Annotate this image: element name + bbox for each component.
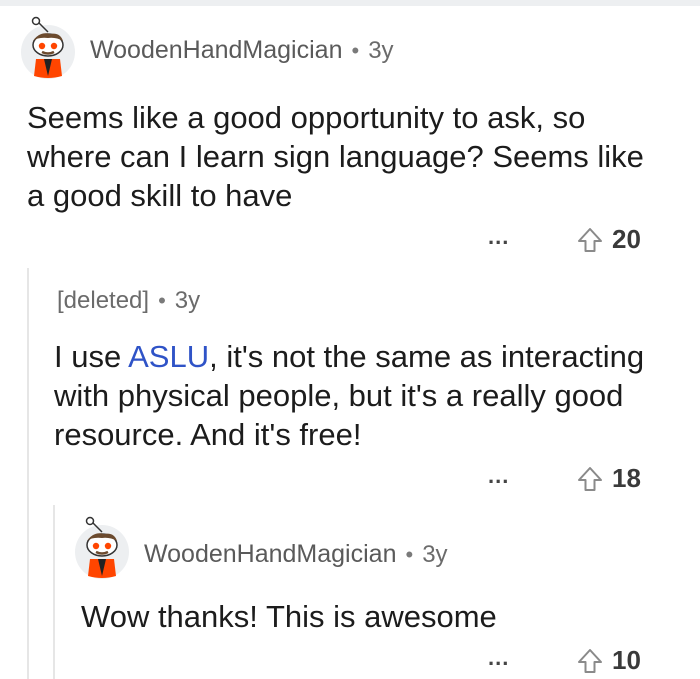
- comment-body: Seems like a good opportunity to ask, so…: [27, 100, 644, 213]
- comment-body-text: I use: [54, 339, 129, 374]
- more-options-icon[interactable]: ...: [488, 645, 509, 671]
- upvote-button[interactable]: 18: [576, 463, 641, 494]
- separator-dot: •: [405, 541, 414, 567]
- upvote-arrow-icon: [578, 227, 602, 252]
- comment-meta: WoodenHandMagician • 3y: [90, 36, 394, 65]
- separator-dot: •: [351, 37, 360, 63]
- upvote-arrow-icon: [578, 466, 602, 491]
- username-deleted: [deleted]: [57, 287, 150, 314]
- username-link[interactable]: WoodenHandMagician: [90, 36, 342, 65]
- username-link[interactable]: WoodenHandMagician: [144, 540, 396, 569]
- comment-age: 3y: [422, 540, 448, 568]
- comment-body: I use ASLU, it's not the same as interac…: [54, 337, 674, 454]
- aslu-link[interactable]: ASLU: [128, 339, 209, 374]
- thread-line-level-1[interactable]: [27, 268, 29, 679]
- upvote-button[interactable]: 10: [576, 645, 641, 676]
- upvote-button[interactable]: 20: [576, 224, 641, 255]
- comment-meta: WoodenHandMagician • 3y: [144, 540, 448, 569]
- more-options-icon[interactable]: ...: [488, 224, 509, 250]
- comment-age: 3y: [368, 36, 394, 64]
- comment-age: 3y: [174, 287, 201, 314]
- vote-count: 18: [612, 463, 641, 493]
- separator-dot: •: [158, 288, 166, 313]
- comment-meta: [deleted] • 3y: [57, 287, 200, 315]
- snoo-avatar-icon[interactable]: [74, 516, 130, 580]
- vote-count: 10: [612, 645, 641, 675]
- vote-count: 20: [612, 224, 641, 254]
- upvote-arrow-icon: [578, 648, 602, 673]
- snoo-avatar-icon[interactable]: [20, 16, 76, 80]
- comment-body: Wow thanks! This is awesome: [81, 599, 497, 634]
- top-divider: [0, 0, 700, 6]
- thread-line-level-2[interactable]: [53, 505, 55, 679]
- more-options-icon[interactable]: ...: [488, 463, 509, 489]
